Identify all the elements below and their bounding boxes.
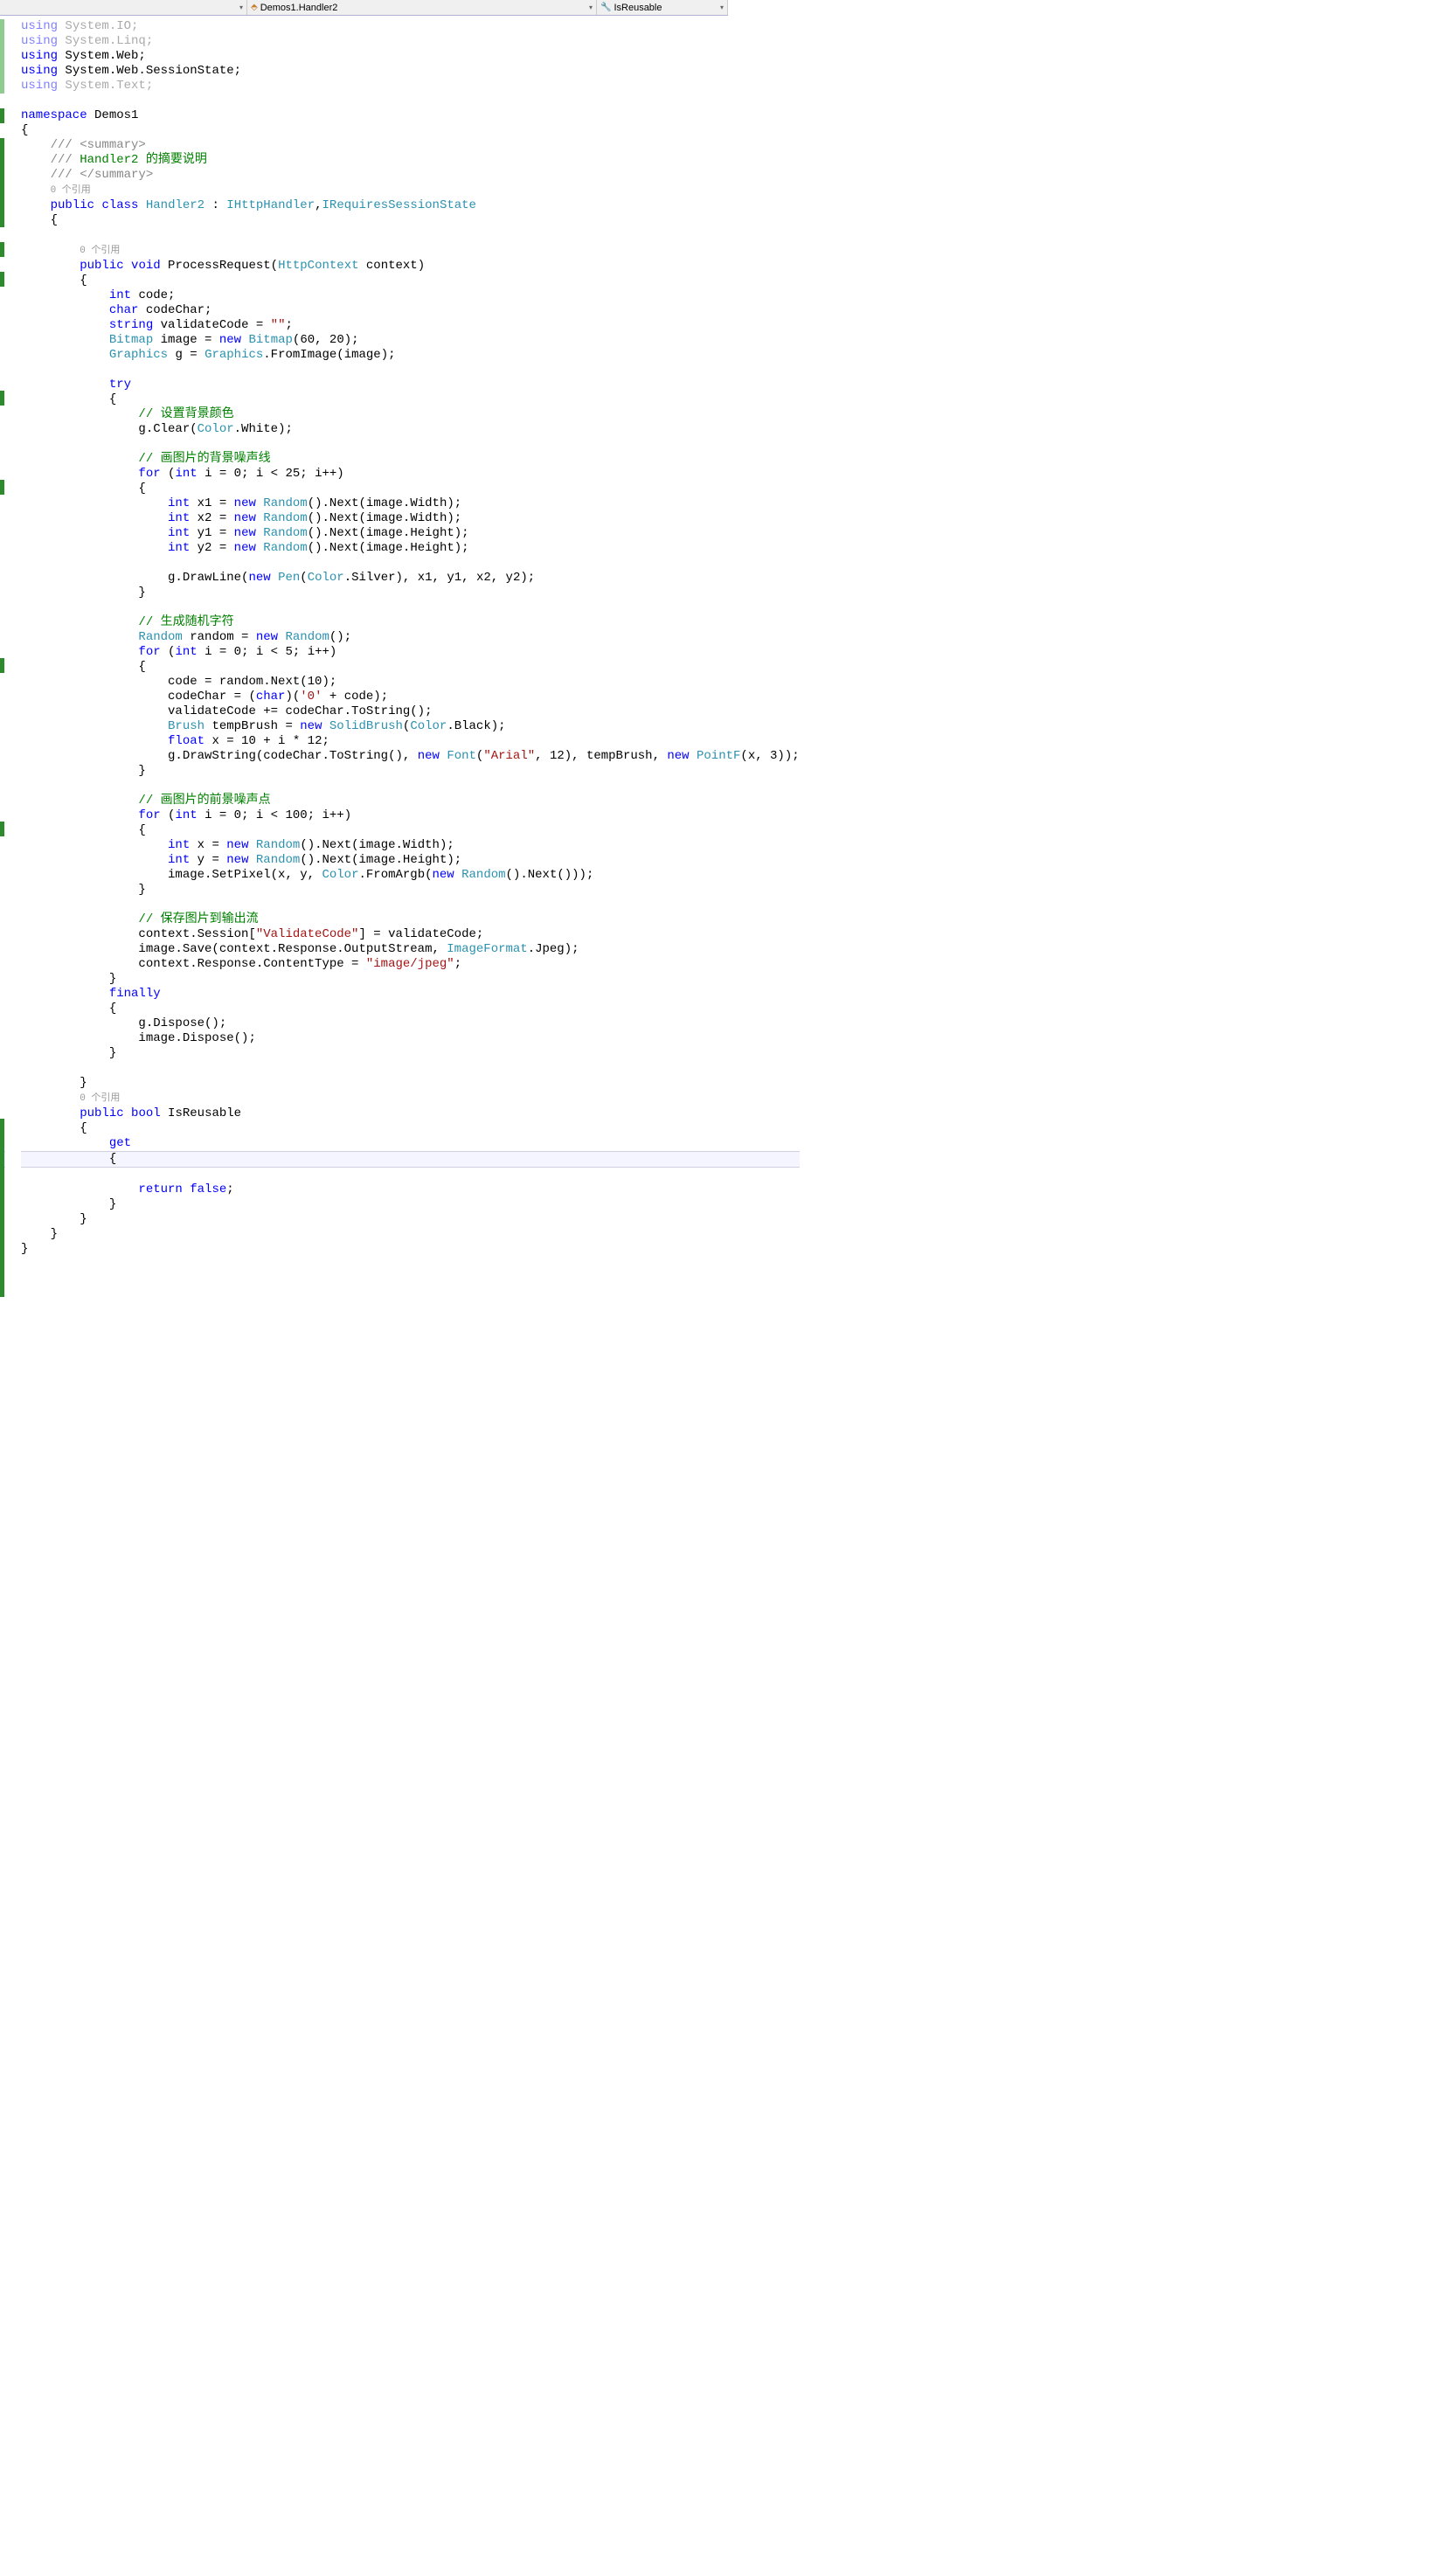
namespace-name: Demos1 <box>94 108 138 122</box>
codelens-ref[interactable]: 0 个引用 <box>80 1093 120 1104</box>
type-graphics: Graphics <box>109 348 168 362</box>
codelens-ref[interactable]: 0 个引用 <box>51 185 91 196</box>
type-bitmap: Bitmap <box>109 333 153 347</box>
param-type: HttpContext <box>278 259 358 273</box>
dropdown-member-label: IsReusable <box>614 3 662 13</box>
kw-for: for <box>138 467 160 481</box>
code-editor[interactable]: using System.IO; using System.Linq; usin… <box>0 16 728 1274</box>
code-content[interactable]: using System.IO; using System.Linq; usin… <box>21 16 800 1274</box>
comment: // 设置背景颜色 <box>138 407 233 421</box>
breadcrumb-bar: ▾ ⬘ Demos1.Handler2 ▾ 🔧 IsReusable ▾ <box>0 0 728 16</box>
dropdown-member[interactable]: 🔧 IsReusable ▾ <box>597 0 728 15</box>
type-graphics: Graphics <box>205 348 263 362</box>
current-line-highlight: { <box>0 1151 800 1168</box>
dropdown-project[interactable]: ▾ <box>0 0 247 15</box>
interface-2: IRequiresSessionState <box>322 198 476 212</box>
comment: // 生成随机字符 <box>138 615 233 629</box>
kw-get: get <box>109 1136 131 1150</box>
string-literal: "image/jpeg" <box>366 957 454 971</box>
kw-finally: finally <box>109 987 161 1001</box>
interface-1: IHttpHandler <box>226 198 315 212</box>
xml-summary-open: /// <summary> <box>51 138 146 152</box>
wrench-icon: 🔧 <box>600 3 611 12</box>
dropdown-class[interactable]: ⬘ Demos1.Handler2 ▾ <box>247 0 597 15</box>
fold-gutter[interactable] <box>5 16 21 1274</box>
type-color: Color <box>198 422 234 436</box>
chevron-down-icon: ▾ <box>239 3 243 11</box>
comment: // 画图片的前景噪声点 <box>138 794 270 808</box>
codelens-ref[interactable]: 0 个引用 <box>80 246 120 256</box>
dropdown-class-label: Demos1.Handler2 <box>260 3 338 13</box>
class-name: Handler2 <box>146 198 205 212</box>
class-icon: ⬘ <box>251 3 258 12</box>
kw-int: int <box>175 467 197 481</box>
xml-summary-close: /// </summary> <box>51 168 154 182</box>
comment: // 保存图片到输出流 <box>138 912 258 926</box>
param-name: context) <box>359 259 426 273</box>
chevron-down-icon: ▾ <box>589 3 593 11</box>
comment: // 画图片的背景噪声线 <box>138 452 270 466</box>
chevron-down-icon: ▾ <box>720 3 724 11</box>
type-bitmap: Bitmap <box>249 333 293 347</box>
string-literal: "" <box>271 318 286 332</box>
kw-try: try <box>109 378 131 392</box>
string-literal: "ValidateCode" <box>256 927 359 941</box>
